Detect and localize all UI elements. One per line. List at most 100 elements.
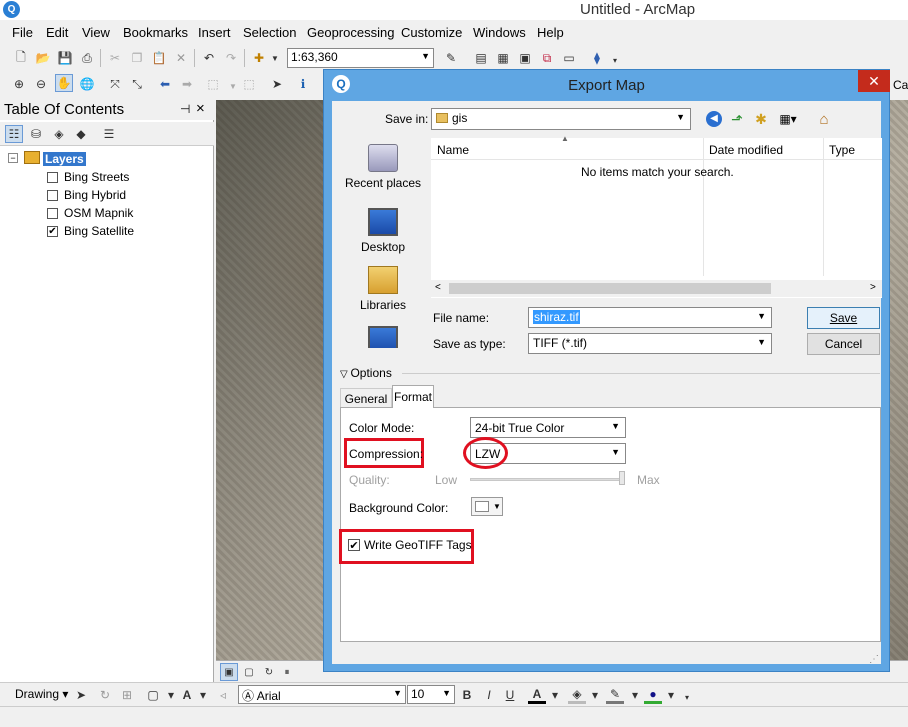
menu-customize[interactable]: Customize [401, 25, 462, 40]
text-dropdown-icon[interactable]: ▾ [194, 686, 212, 704]
select-elements-icon[interactable]: ➤ [268, 75, 286, 93]
font-size-combo[interactable]: 10 ▼ [407, 685, 455, 704]
quality-slider[interactable] [470, 478, 625, 481]
layer-visibility-checkbox[interactable] [47, 207, 58, 219]
redo-icon[interactable]: ↷ [222, 49, 240, 67]
line-color-icon[interactable]: ✎ [606, 686, 624, 704]
toc-layer-bing-satellite[interactable]: ✔ Bing Satellite [47, 224, 134, 238]
options-toggle[interactable]: ▽ Options [340, 366, 392, 380]
font-color-dropdown-icon[interactable]: ▾ [546, 686, 564, 704]
file-name-input[interactable]: shiraz.tif ▼ [528, 307, 772, 328]
fixed-zoom-out-icon[interactable]: ⤡ [128, 75, 146, 93]
list-by-selection-icon[interactable]: ◆ [72, 125, 90, 143]
refresh-icon[interactable]: ↻ [260, 663, 278, 681]
place-recent[interactable]: Recent places [338, 144, 428, 190]
data-view-icon[interactable]: ▣ [220, 663, 238, 681]
menu-windows[interactable]: Windows [473, 25, 526, 40]
save-in-combo[interactable]: gis ▼ [431, 108, 691, 130]
fill-color-dropdown-icon[interactable]: ▾ [586, 686, 604, 704]
layers-root-label[interactable]: Layers [43, 152, 86, 166]
rotate-icon[interactable]: ↻ [96, 686, 114, 704]
layer-visibility-checkbox[interactable] [47, 171, 58, 183]
fill-color-icon[interactable]: ◈ [568, 686, 586, 704]
menu-help[interactable]: Help [537, 25, 564, 40]
back-icon[interactable]: ◀ [706, 111, 722, 127]
undo-icon[interactable]: ↶ [200, 49, 218, 67]
back-extent-icon[interactable]: ⬅ [156, 75, 174, 93]
column-type[interactable]: Type [829, 143, 855, 157]
delete-icon[interactable]: ✕ [172, 49, 190, 67]
save-button[interactable]: Save [807, 307, 880, 329]
quality-slider-thumb[interactable] [619, 471, 625, 485]
table-of-contents-icon[interactable]: ▤ [472, 49, 490, 67]
bold-button[interactable]: B [458, 686, 476, 704]
new-folder-icon[interactable]: ✱ [752, 110, 770, 128]
place-computer[interactable] [338, 326, 428, 348]
toolbar-options-icon[interactable]: ▾ [606, 51, 624, 69]
menu-geoprocessing[interactable]: Geoprocessing [307, 25, 394, 40]
list-by-drawing-order-icon[interactable]: ☷ [5, 125, 23, 143]
clear-selection-icon[interactable]: ⬚ [240, 75, 258, 93]
add-data-dropdown-icon[interactable]: ▼ [266, 49, 284, 67]
geotiff-checkbox[interactable]: ✔ [348, 539, 360, 552]
list-by-source-icon[interactable]: ⛁ [27, 125, 45, 143]
marker-color-icon[interactable]: ● [644, 686, 662, 704]
layout-view-icon[interactable]: ▢ [240, 663, 258, 681]
open-folder-icon[interactable]: 📂 [34, 49, 52, 67]
menu-insert[interactable]: Insert [198, 25, 231, 40]
background-color-picker[interactable]: ▼ [471, 497, 503, 516]
layer-visibility-checkbox[interactable] [47, 189, 58, 201]
save-as-type-select[interactable]: TIFF (*.tif) ▼ [528, 333, 772, 354]
layer-visibility-checkbox[interactable]: ✔ [47, 225, 58, 237]
print-icon[interactable]: ⎙ [78, 49, 96, 67]
pause-drawing-icon[interactable]: ⏸ [278, 663, 296, 681]
pan-icon[interactable]: ✋ [55, 74, 73, 92]
tab-format[interactable]: Format [392, 385, 434, 408]
font-name-combo[interactable]: Ⓐ Arial ▼ [238, 685, 406, 704]
identify-icon[interactable]: ℹ [294, 75, 312, 93]
cut-icon[interactable]: ✂ [106, 49, 124, 67]
new-document-icon[interactable]: 🗋 [12, 49, 30, 67]
list-by-visibility-icon[interactable]: ◈ [50, 125, 68, 143]
edit-vertices-icon[interactable]: ◃ [214, 686, 232, 704]
close-icon[interactable]: × [196, 100, 205, 117]
file-list[interactable]: Name ▲ Date modified Type No items match… [431, 134, 882, 298]
search-window-icon[interactable]: ▣ [516, 49, 534, 67]
forward-extent-icon[interactable]: ➡ [178, 75, 196, 93]
horizontal-scrollbar[interactable]: < > [431, 280, 882, 297]
map-scale-combo[interactable]: 1:63,360 ▼ [287, 48, 434, 68]
editor-toolbar-icon[interactable]: ✎ [442, 49, 460, 67]
zoom-in-icon[interactable]: ⊕ [10, 75, 28, 93]
color-mode-select[interactable]: 24-bit True Color ▼ [470, 417, 626, 438]
fixed-zoom-in-icon[interactable]: ⤧ [106, 75, 124, 93]
toc-layer-osm-mapnik[interactable]: OSM Mapnik [47, 206, 133, 220]
menu-view[interactable]: View [82, 25, 110, 40]
cancel-button[interactable]: Cancel [807, 333, 880, 355]
catalog-icon[interactable]: ▦ [494, 49, 512, 67]
menu-bookmarks[interactable]: Bookmarks [123, 25, 188, 40]
python-window-icon[interactable]: ▭ [560, 49, 578, 67]
toolbar-options-icon[interactable]: ▾ [678, 688, 696, 706]
line-color-dropdown-icon[interactable]: ▾ [626, 686, 644, 704]
select-elements-icon[interactable]: ➤ [72, 686, 90, 704]
close-button[interactable]: ✕ [858, 70, 890, 92]
arctoolbox-icon[interactable]: ⧉ [538, 49, 556, 67]
place-desktop[interactable]: Desktop [338, 208, 428, 254]
column-date-modified[interactable]: Date modified [709, 143, 783, 157]
menu-edit[interactable]: Edit [46, 25, 68, 40]
zoom-out-icon[interactable]: ⊖ [32, 75, 50, 93]
resize-grip-icon[interactable]: ⋰ [869, 654, 879, 665]
rectangle-icon[interactable]: ▢ [144, 686, 162, 704]
scroll-right-icon[interactable]: > [870, 282, 876, 293]
geotiff-checkbox-row[interactable]: ✔ Write GeoTIFF Tags [348, 538, 472, 552]
up-one-level-icon[interactable]: ⬏ [728, 110, 746, 128]
place-libraries[interactable]: Libraries [338, 266, 428, 312]
column-name[interactable]: Name [437, 143, 469, 157]
home-icon[interactable]: ⌂ [814, 109, 834, 129]
save-icon[interactable]: 💾 [56, 49, 74, 67]
full-extent-icon[interactable]: 🌐 [78, 75, 96, 93]
select-features-icon[interactable]: ⬚ [204, 75, 222, 93]
toc-layer-bing-streets[interactable]: Bing Streets [47, 170, 129, 184]
underline-button[interactable]: U [501, 686, 519, 704]
menu-selection[interactable]: Selection [243, 25, 296, 40]
